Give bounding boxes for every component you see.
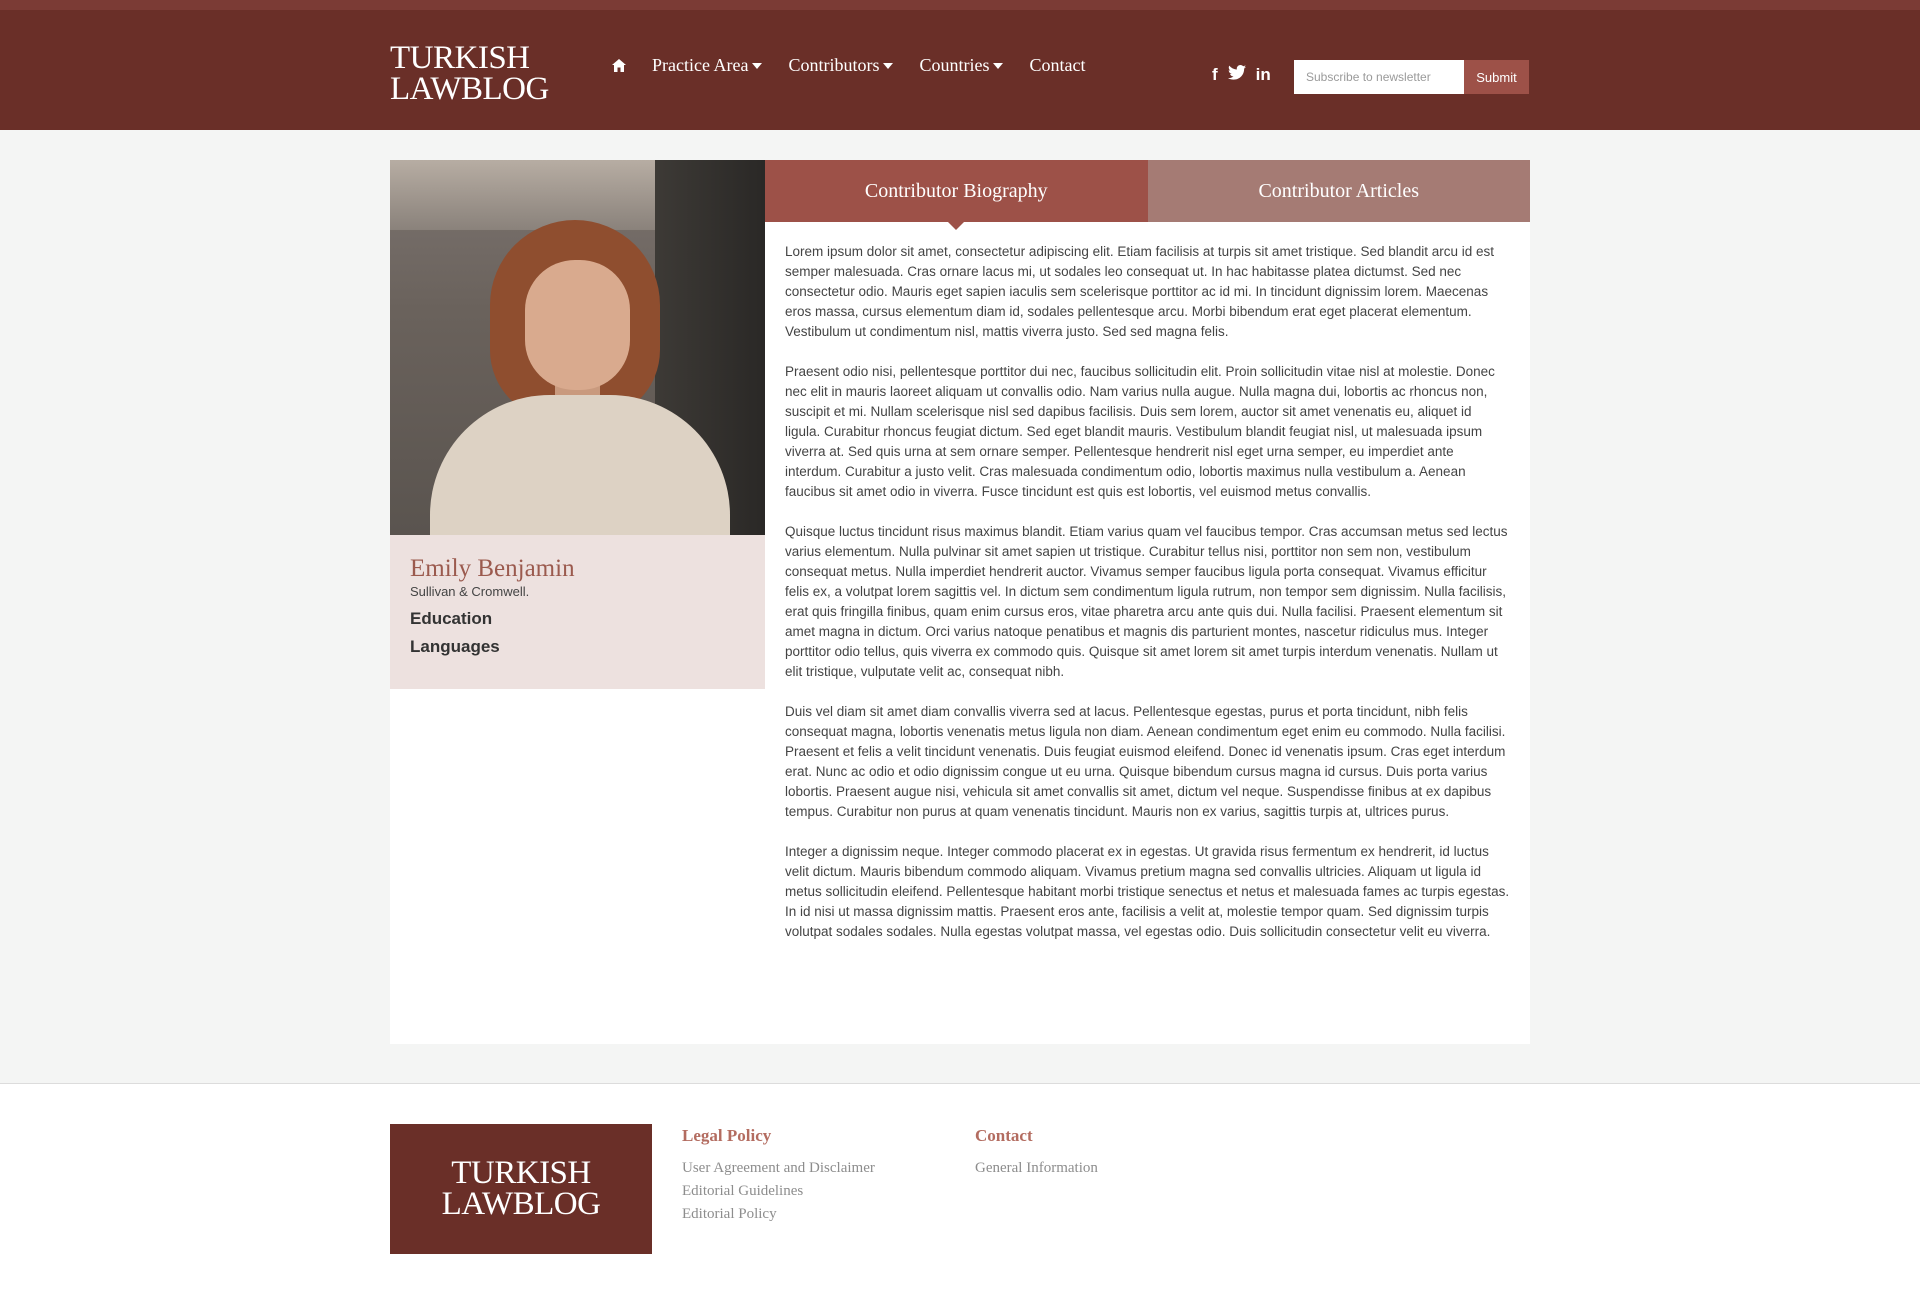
site-logo[interactable]: TURKISH LAWBLOG [390, 40, 549, 108]
newsletter-form: Submit [1294, 60, 1529, 94]
footer-contact-heading: Contact [975, 1126, 1033, 1145]
education-link[interactable]: Education [410, 609, 745, 629]
chevron-down-icon [752, 62, 763, 69]
footer-link-editorial-policy[interactable]: Editorial Policy [682, 1206, 875, 1223]
biography-paragraph: Integer a dignissim neque. Integer commo… [785, 844, 1510, 939]
biography-paragraph: Lorem ipsum dolor sit amet, consectetur … [785, 244, 1495, 339]
tab-contributor-biography[interactable]: Contributor Biography [765, 160, 1148, 230]
biography-text: Lorem ipsum dolor sit amet, consectetur … [785, 242, 1510, 962]
twitter-icon[interactable] [1227, 65, 1246, 85]
nav-practice-area[interactable]: Practice Area [652, 55, 763, 76]
footer-logo-line-2: LAWBLOG [441, 1186, 601, 1222]
nav-contact-label: Contact [1029, 55, 1086, 75]
biography-paragraph: Praesent odio nisi, pellentesque porttit… [785, 364, 1495, 499]
linkedin-icon[interactable]: in [1256, 65, 1271, 85]
site-header: TURKISH LAWBLOG Practice Area Contributo… [0, 10, 1920, 130]
profile-sidebar: Emily Benjamin Sullivan & Cromwell. Educ… [390, 160, 765, 689]
top-strip [0, 0, 1920, 10]
home-icon[interactable] [608, 56, 630, 76]
nav-countries[interactable]: Countries [919, 55, 1004, 76]
contributor-photo [390, 160, 765, 535]
footer-link-general-information[interactable]: General Information [975, 1160, 1098, 1177]
footer-logo[interactable]: TURKISH LAWBLOG [390, 1124, 652, 1254]
nav-contributors-label: Contributors [788, 55, 880, 75]
chevron-down-icon [883, 62, 894, 69]
site-footer: TURKISH LAWBLOG Legal Policy User Agreem… [0, 1083, 1920, 1293]
nav-contact[interactable]: Contact [1029, 55, 1085, 76]
footer-link-user-agreement[interactable]: User Agreement and Disclaimer [682, 1160, 875, 1177]
facebook-icon[interactable]: f [1212, 65, 1218, 85]
footer-legal-column: Legal Policy User Agreement and Disclaim… [682, 1126, 875, 1229]
profile-tabs: Contributor Biography Contributor Articl… [765, 160, 1530, 230]
newsletter-submit-button[interactable]: Submit [1464, 60, 1529, 94]
nav-countries-label: Countries [919, 55, 990, 75]
contributor-profile: Emily Benjamin Sullivan & Cromwell. Educ… [390, 160, 1530, 1044]
logo-line-2: LAWBLOG [390, 71, 549, 108]
tab-contributor-articles[interactable]: Contributor Articles [1147, 160, 1530, 222]
main-nav: Practice Area Contributors Countries Con… [608, 55, 1111, 76]
footer-contact-column: Contact General Information [975, 1126, 1098, 1183]
profile-info-panel: Emily Benjamin Sullivan & Cromwell. Educ… [390, 535, 765, 689]
footer-link-editorial-guidelines[interactable]: Editorial Guidelines [682, 1183, 875, 1200]
logo-line-1: TURKISH [390, 40, 530, 76]
nav-contributors[interactable]: Contributors [788, 55, 894, 76]
footer-legal-heading: Legal Policy [682, 1126, 772, 1145]
contributor-name: Emily Benjamin [410, 555, 575, 582]
biography-paragraph: Duis vel diam sit amet diam convallis vi… [785, 704, 1506, 819]
nav-practice-area-label: Practice Area [652, 55, 749, 75]
social-links: f in [1212, 65, 1281, 85]
newsletter-email-input[interactable] [1294, 60, 1464, 94]
chevron-down-icon [993, 62, 1004, 69]
languages-link[interactable]: Languages [410, 637, 745, 657]
footer-logo-line-1: TURKISH [451, 1154, 591, 1191]
contributor-firm: Sullivan & Cromwell. [410, 584, 530, 599]
biography-paragraph: Quisque luctus tincidunt risus maximus b… [785, 524, 1508, 679]
